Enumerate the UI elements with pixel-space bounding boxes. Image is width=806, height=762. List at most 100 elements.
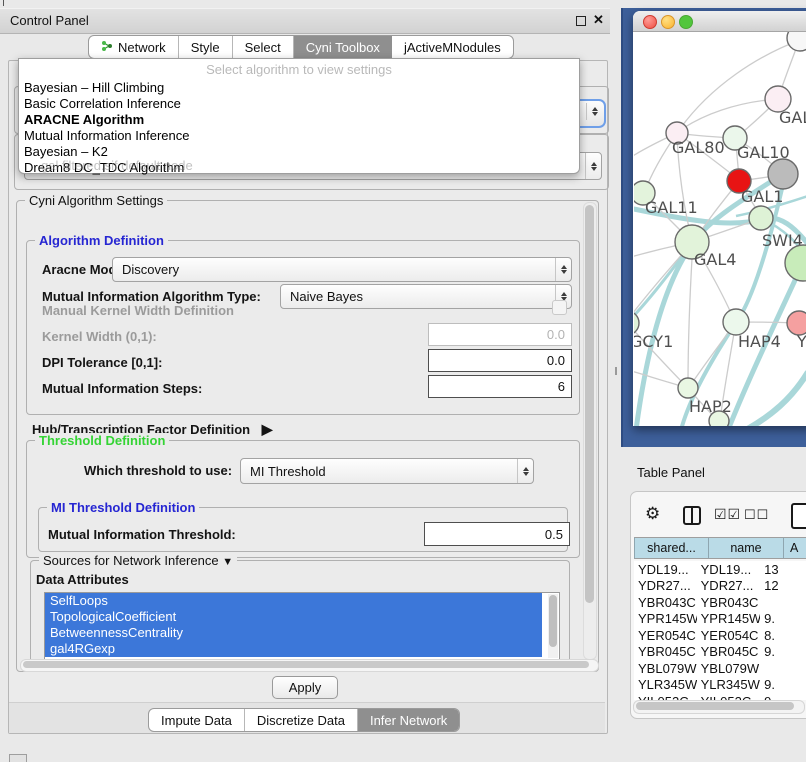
attribute-list-item[interactable]: SelfLoops xyxy=(45,593,542,609)
table-row[interactable]: YER054CYER054C8. xyxy=(634,627,806,644)
stepper-icon xyxy=(585,153,601,179)
table-row[interactable]: YBL079WYBL079W xyxy=(634,660,806,677)
which-threshold-combobox[interactable]: MI Threshold xyxy=(240,458,534,484)
table-cell: YDR27... xyxy=(634,578,697,593)
manual-kernel-width-checkbox[interactable] xyxy=(552,300,567,315)
tab-label: Impute Data xyxy=(161,713,232,728)
mi-steps-field[interactable]: 6 xyxy=(428,375,572,398)
groupbox-title: MI Threshold Definition xyxy=(47,500,199,515)
dropdown-item[interactable]: Basic Correlation Inference xyxy=(24,96,181,111)
tab-select[interactable]: Select xyxy=(233,36,294,58)
manual-kernel-width-label: Manual Kernel Width Definition xyxy=(42,303,234,318)
table-cell: YBR043C xyxy=(697,595,760,610)
kernel-width-field[interactable]: 0.0 xyxy=(428,323,572,346)
dropdown-item[interactable]: ARACNE Algorithm xyxy=(24,112,144,127)
network-node-swi4[interactable] xyxy=(749,206,773,230)
tab-infer-network[interactable]: Infer Network xyxy=(358,709,459,731)
mi-algorithm-type-value: Naive Bayes xyxy=(281,289,555,304)
column-header-name[interactable]: name xyxy=(708,537,783,559)
unchecked-pair-icon[interactable]: ☐☐ xyxy=(744,507,769,523)
tab-label: Discretize Data xyxy=(257,713,345,728)
dropdown-item[interactable]: Bayesian – K2 xyxy=(24,144,108,159)
table-row[interactable]: YBR043CYBR043C xyxy=(634,594,806,611)
algorithm-dropdown-popup: Select algorithm to view settings gal fi… xyxy=(18,58,580,174)
file-icon[interactable] xyxy=(791,503,806,529)
network-edge[interactable] xyxy=(688,242,693,386)
node-label: GAL4 xyxy=(694,250,736,269)
network-node[interactable] xyxy=(709,411,729,426)
column-header-shared-name[interactable]: shared... xyxy=(634,537,708,559)
table-row[interactable]: YIL052CYIL052C9. xyxy=(634,693,806,700)
tab-label: Cyni Toolbox xyxy=(306,40,380,55)
sources-expander[interactable]: Sources for Network Inference ▼ xyxy=(39,553,237,568)
tab-impute-data[interactable]: Impute Data xyxy=(149,709,245,731)
table-horizontal-scrollbar[interactable] xyxy=(633,700,805,714)
stepper-icon xyxy=(555,258,571,281)
table-cell: YLR345W xyxy=(634,677,697,692)
network-window-titlebar[interactable] xyxy=(633,11,806,32)
split-columns-icon[interactable] xyxy=(683,506,701,525)
table-cell: YBR045C xyxy=(634,644,697,659)
tab-network[interactable]: Network xyxy=(89,36,179,58)
node-label: GCY1 xyxy=(634,332,673,351)
tab-label: Style xyxy=(191,40,220,55)
zoom-traffic-light-icon[interactable] xyxy=(679,15,693,29)
control-panel-tabbar: Network Style Select Cyni Toolbox jActiv… xyxy=(88,35,514,59)
tab-style[interactable]: Style xyxy=(179,36,233,58)
tab-cyni-toolbox[interactable]: Cyni Toolbox xyxy=(294,36,392,58)
settings-horizontal-scrollbar[interactable] xyxy=(20,659,599,672)
tab-discretize-data[interactable]: Discretize Data xyxy=(245,709,358,731)
node-label: HAP4 xyxy=(738,332,781,351)
table-cell: YER054C xyxy=(697,628,760,643)
close-icon[interactable]: ✕ xyxy=(593,12,604,28)
groupbox-title: Threshold Definition xyxy=(35,433,169,448)
tab-jactivemnodules[interactable]: jActiveMNodules xyxy=(392,36,513,58)
table-cell: 9. xyxy=(760,644,806,659)
tab-label: Network xyxy=(118,40,166,55)
network-canvas[interactable]: GALGAL80GAL10GAL1GAL11SWI4GAL4GCY1HAP4YH… xyxy=(634,32,806,426)
aracne-mode-combobox[interactable]: Discovery xyxy=(112,257,572,282)
groupbox-title: Algorithm Definition xyxy=(35,233,168,248)
attribute-list-item[interactable]: gal4RGexp xyxy=(45,641,542,657)
mi-algorithm-type-label: Mutual Information Algorithm Type: xyxy=(42,289,261,304)
table-cell: 8. xyxy=(760,628,806,643)
minimize-traffic-light-icon[interactable] xyxy=(661,15,675,29)
checked-pair-icon[interactable]: ☑☑ xyxy=(714,506,741,523)
table-row[interactable]: YBR045CYBR045C9. xyxy=(634,644,806,661)
table-row[interactable]: YDR27...YDR27...12 xyxy=(634,578,806,595)
table-cell: 13 xyxy=(760,562,806,577)
node-table-body: YDL19...YDL19...13YDR27...YDR27...12YBR0… xyxy=(634,561,806,700)
network-node[interactable] xyxy=(768,159,798,189)
settings-vertical-scrollbar[interactable] xyxy=(583,202,597,660)
tab-label: jActiveMNodules xyxy=(404,40,501,55)
network-node[interactable] xyxy=(787,32,806,51)
mi-algorithm-type-combobox[interactable]: Naive Bayes xyxy=(280,284,572,309)
attribute-list-item[interactable]: TopologicalCoefficient xyxy=(45,609,542,625)
table-row[interactable]: YDL19...YDL19...13 xyxy=(634,561,806,578)
dpi-tolerance-field[interactable]: 0.0 xyxy=(428,349,572,372)
float-window-icon[interactable] xyxy=(576,16,586,26)
node-label: Y xyxy=(796,332,806,351)
gear-icon[interactable]: ⚙ xyxy=(645,504,660,524)
mi-threshold-field[interactable]: 0.5 xyxy=(424,522,570,546)
close-traffic-light-icon[interactable] xyxy=(643,15,657,29)
attribute-list-item[interactable]: BetweennessCentrality xyxy=(45,625,542,641)
column-header-partial[interactable]: A xyxy=(783,537,806,559)
dropdown-prompt: Select algorithm to view settings xyxy=(19,62,579,77)
table-cell: 12 xyxy=(760,578,806,593)
minimized-panel-icon[interactable] xyxy=(9,754,27,762)
dropdown-item[interactable]: Bayesian – Hill Climbing xyxy=(24,80,164,95)
list-scrollbar[interactable] xyxy=(548,594,558,658)
apply-button[interactable]: Apply xyxy=(272,676,338,699)
network-edge[interactable] xyxy=(679,99,778,131)
table-cell: YDL19... xyxy=(634,562,697,577)
network-node-hap2[interactable] xyxy=(678,378,698,398)
table-row[interactable]: YLR345WYLR345W9. xyxy=(634,677,806,694)
table-row[interactable]: YPR145WYPR145W9. xyxy=(634,611,806,628)
network-canvas-svg[interactable]: GALGAL80GAL10GAL1GAL11SWI4GAL4GCY1HAP4YH… xyxy=(634,32,806,426)
dropdown-item[interactable]: Mutual Information Inference xyxy=(24,128,189,143)
network-node[interactable] xyxy=(785,245,806,281)
table-cell: YBL079W xyxy=(697,661,760,676)
data-attributes-list[interactable]: SelfLoopsTopologicalCoefficientBetweenne… xyxy=(44,592,560,660)
bottom-tabbar: Impute Data Discretize Data Infer Networ… xyxy=(148,708,460,732)
